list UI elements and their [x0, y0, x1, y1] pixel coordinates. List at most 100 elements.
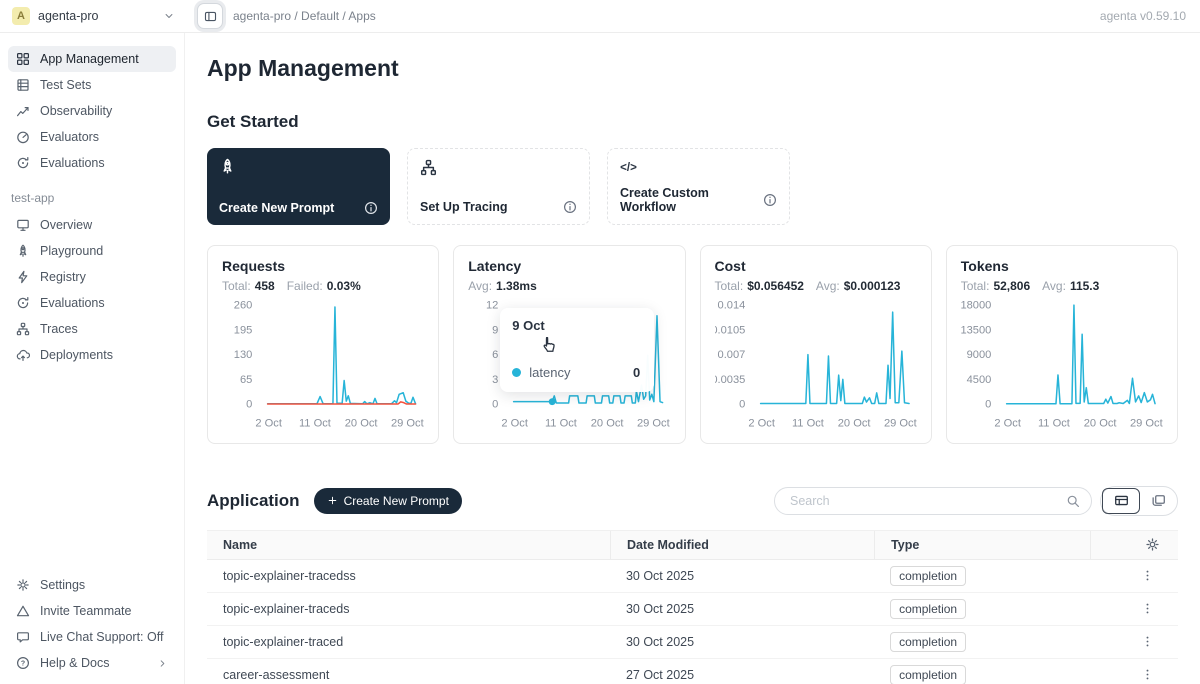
get-started-card-label: Create Custom Workflow — [620, 186, 763, 214]
stat-pair: Failed:0.03% — [287, 279, 361, 293]
svg-text:2 Oct: 2 Oct — [502, 417, 529, 429]
table-row[interactable]: topic-explainer-tracedss30 Oct 2025compl… — [207, 560, 1178, 593]
sidebar-item-invite-teammate[interactable]: Invite Teammate — [8, 598, 176, 624]
table-row[interactable]: topic-explainer-traced30 Oct 2025complet… — [207, 626, 1178, 659]
tooltip-value: 0 — [633, 365, 642, 380]
sidebar-item-settings[interactable]: Settings — [8, 572, 176, 598]
svg-text:</>: </> — [620, 162, 637, 174]
table-view-icon — [1114, 493, 1129, 508]
sidebar-item-app-management[interactable]: App Management — [8, 46, 176, 72]
sidebar-item-evaluations[interactable]: Evaluations — [8, 290, 176, 316]
stat-card-title: Requests — [222, 258, 424, 274]
stat-pair: Avg:115.3 — [1042, 279, 1099, 293]
table-row[interactable]: topic-explainer-traceds30 Oct 2025comple… — [207, 593, 1178, 626]
sidebar-item-live-chat-support-off[interactable]: Live Chat Support: Off — [8, 624, 176, 650]
sidebar-item-help-docs[interactable]: ? Help & Docs — [8, 650, 176, 676]
table-view-button[interactable] — [1102, 488, 1140, 514]
rocket-icon — [16, 244, 30, 258]
card-view-button[interactable] — [1140, 488, 1176, 514]
gauge-icon — [16, 130, 30, 144]
row-menu-button[interactable] — [1090, 569, 1178, 582]
stat-card-stats: Avg:1.38ms — [468, 279, 670, 293]
dots-vertical-icon — [1141, 569, 1154, 582]
svg-text:11 Oct: 11 Oct — [545, 417, 577, 429]
series-dot — [512, 368, 521, 377]
chart-tokens[interactable]: 18000135009000450002 Oct11 Oct20 Oct29 O… — [961, 297, 1163, 439]
sidebar-toggle-button[interactable] — [197, 3, 223, 29]
sidebar-item-label: Playground — [40, 244, 103, 258]
grid-icon — [16, 52, 30, 66]
sidebar-item-evaluations[interactable]: Evaluations — [8, 150, 176, 176]
sidebar-item-overview[interactable]: Overview — [8, 212, 176, 238]
chart-tooltip: 9 Oct latency 0 — [500, 308, 654, 392]
row-menu-button[interactable] — [1090, 635, 1178, 648]
svg-text:20 Oct: 20 Oct — [1084, 417, 1117, 429]
stat-card-stats: Total:52,806 Avg:115.3 — [961, 279, 1163, 293]
get-started-card-create-custom-workflow[interactable]: </> Create Custom Workflow — [607, 148, 790, 225]
application-title: Application — [207, 491, 300, 511]
get-started-cards: Create New Prompt Set Up Tracing </> Create… — [207, 148, 1178, 225]
tooltip-series-name: latency — [529, 365, 570, 380]
stat-pair: Total:$0.056452 — [715, 279, 804, 293]
svg-text:9: 9 — [492, 324, 498, 336]
cell-name: topic-explainer-traceds — [207, 602, 610, 616]
cell-type: completion — [874, 632, 1090, 652]
stat-card-title: Cost — [715, 258, 917, 274]
svg-text:0.0105: 0.0105 — [715, 324, 745, 336]
column-header-date-modified: Date Modified — [610, 531, 874, 559]
type-badge: completion — [890, 665, 966, 684]
svg-text:0.0035: 0.0035 — [715, 374, 745, 386]
sidebar-item-label: App Management — [40, 52, 139, 66]
stat-card-latency: LatencyAvg:1.38ms1296302 Oct11 Oct20 Oct… — [453, 245, 685, 444]
tooltip-date: 9 Oct — [512, 318, 642, 333]
sidebar-item-traces[interactable]: Traces — [8, 316, 176, 342]
column-header-name: Name — [207, 531, 610, 559]
sidebar-item-label: Help & Docs — [40, 656, 109, 670]
sidebar-item-label: Evaluations — [40, 156, 105, 170]
sidebar-item-label: Deployments — [40, 348, 113, 362]
cursor-pointer-icon — [538, 335, 557, 354]
sidebar-item-registry[interactable]: Registry — [8, 264, 176, 290]
stat-pair: Avg:$0.000123 — [816, 279, 901, 293]
triangle-icon — [16, 604, 30, 618]
get-started-card-create-new-prompt[interactable]: Create New Prompt — [207, 148, 390, 225]
dots-vertical-icon — [1141, 668, 1154, 681]
page-layout: App ManagementTest SetsObservabilityEval… — [0, 33, 1200, 684]
application-header: Application Create New Prompt — [207, 486, 1178, 516]
sidebar-item-label: Live Chat Support: Off — [40, 630, 163, 644]
row-menu-button[interactable] — [1090, 602, 1178, 615]
get-started-card-label: Create New Prompt — [219, 201, 334, 215]
table-row[interactable]: career-assessment27 Oct 2025completion — [207, 659, 1178, 684]
svg-text:2 Oct: 2 Oct — [255, 417, 282, 429]
stat-pair: Total:52,806 — [961, 279, 1030, 293]
sidebar-item-playground[interactable]: Playground — [8, 238, 176, 264]
svg-text:?: ? — [21, 660, 25, 667]
cell-name: career-assessment — [207, 668, 610, 682]
get-started-title: Get Started — [207, 112, 1178, 132]
table-body: topic-explainer-tracedss30 Oct 2025compl… — [207, 560, 1178, 684]
workspace-selector[interactable]: A agenta-pro — [0, 7, 185, 25]
row-menu-button[interactable] — [1090, 668, 1178, 681]
rocket-icon — [219, 158, 236, 175]
svg-text:0: 0 — [985, 399, 991, 411]
table-settings-button[interactable] — [1090, 531, 1178, 559]
create-new-prompt-button[interactable]: Create New Prompt — [314, 488, 462, 514]
svg-text:3: 3 — [492, 374, 498, 386]
chart-requests[interactable]: 2601951306502 Oct11 Oct20 Oct29 Oct — [222, 297, 424, 439]
search-input[interactable] — [788, 493, 1066, 509]
workspace-avatar: A — [12, 7, 30, 25]
sidebar-item-test-sets[interactable]: Test Sets — [8, 72, 176, 98]
svg-text:20 Oct: 20 Oct — [837, 417, 870, 429]
svg-text:18000: 18000 — [961, 300, 991, 312]
cell-name: topic-explainer-traced — [207, 635, 610, 649]
search-box[interactable] — [774, 487, 1092, 515]
get-started-card-set-up-tracing[interactable]: Set Up Tracing — [407, 148, 590, 225]
sidebar-item-deployments[interactable]: Deployments — [8, 342, 176, 368]
cloud-icon — [16, 348, 30, 362]
chart-cost[interactable]: 0.0140.01050.0070.003502 Oct11 Oct20 Oct… — [715, 297, 917, 439]
svg-text:260: 260 — [234, 300, 253, 312]
sidebar-item-evaluators[interactable]: Evaluators — [8, 124, 176, 150]
cell-name: topic-explainer-tracedss — [207, 569, 610, 583]
sidebar-item-observability[interactable]: Observability — [8, 98, 176, 124]
info-icon — [563, 200, 577, 214]
